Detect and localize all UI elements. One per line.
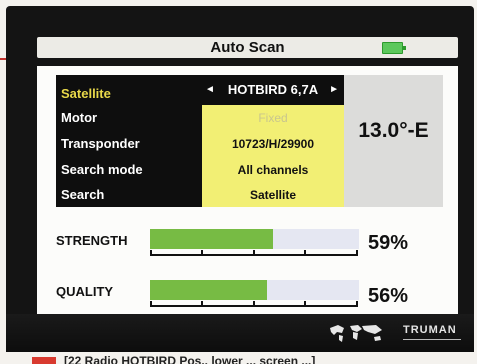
scale-tick (356, 301, 358, 307)
scale-tick (304, 250, 306, 256)
label-satellite: Satellite (61, 86, 111, 101)
label-motor: Motor (61, 110, 98, 125)
motor-value[interactable]: Fixed (202, 106, 344, 130)
quality-percent: 56% (368, 285, 409, 307)
search-mode-value[interactable]: All channels (202, 158, 344, 182)
transponder-value[interactable]: 10723/H/29900 (202, 132, 344, 156)
title-bar: Auto Scan (37, 37, 458, 58)
scale-tick (201, 301, 203, 307)
settings-labels: Satellite Motor Transponder Search mode … (56, 75, 202, 207)
strength-bar-fill (150, 229, 274, 249)
scan-panel: Satellite Motor Transponder Search mode … (37, 66, 458, 314)
settings-table: Satellite Motor Transponder Search mode … (56, 75, 443, 207)
satellite-selector[interactable]: ◄ HOTBIRD 6,7A ► (202, 75, 344, 105)
world-map-icon (330, 325, 382, 342)
caption-text: [22 Radio HOTBIRD Pos.. lower ... screen… (64, 355, 316, 364)
caption-marker (32, 357, 56, 364)
quality-bar (150, 280, 359, 300)
scale-tick (356, 250, 358, 256)
scale-tick (150, 301, 152, 307)
label-search-mode: Search mode (61, 162, 143, 177)
strength-bar (150, 229, 359, 249)
arrow-right-icon[interactable]: ► (329, 75, 339, 105)
brand-logo: TRUMAN (403, 324, 457, 336)
scale-tick (150, 250, 152, 256)
scale-tick (201, 250, 203, 256)
arrow-left-icon[interactable]: ◄ (205, 75, 215, 105)
position-readout-box: 13.0°-E (344, 75, 443, 207)
scale-tick (253, 301, 255, 307)
search-value[interactable]: Satellite (202, 183, 344, 207)
strength-scale (150, 249, 358, 256)
quality-bar-fill (150, 280, 268, 300)
label-search: Search (61, 187, 105, 202)
strength-percent: 59% (368, 232, 409, 254)
caption-strip: [22 Radio HOTBIRD Pos.. lower ... screen… (0, 355, 477, 364)
scale-tick (304, 301, 306, 307)
scale-tick (253, 250, 255, 256)
satellite-value: HOTBIRD 6,7A (227, 82, 319, 97)
position-readout: 13.0°-E (358, 119, 429, 142)
strength-label: STRENGTH (56, 233, 128, 248)
brand-underline (403, 339, 461, 340)
quality-label: QUALITY (56, 284, 114, 299)
battery-icon (382, 42, 406, 54)
label-transponder: Transponder (61, 136, 140, 151)
quality-scale (150, 300, 358, 307)
settings-values: ◄ HOTBIRD 6,7A ► Fixed 10723/H/29900 All… (202, 75, 344, 207)
